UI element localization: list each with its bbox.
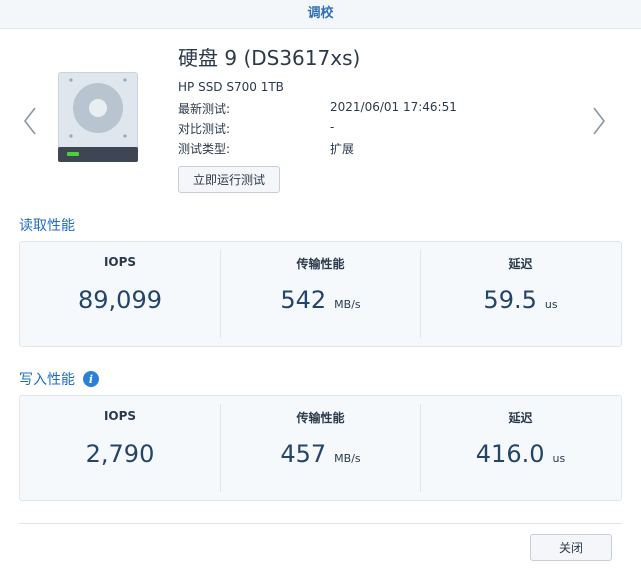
read-latency-unit: us (544, 298, 558, 311)
write-latency-label: 延迟 (508, 411, 533, 425)
read-iops-value-group: 89,099 (20, 286, 220, 314)
read-throughput-label: 传输性能 (296, 257, 345, 271)
read-latency-cell: 延迟 59.5 us (420, 250, 620, 338)
read-throughput-cell: 传输性能 542 MB/s (220, 250, 420, 338)
compare-test-value: - (330, 120, 335, 134)
window-title: 调校 (0, 0, 641, 29)
write-iops-value-group: 2,790 (20, 440, 220, 468)
read-iops-value: 89,099 (78, 286, 162, 314)
write-section-label: 写入性能 (19, 372, 75, 388)
close-button[interactable]: 关闭 (530, 534, 612, 561)
read-throughput-unit: MB/s (334, 298, 361, 311)
read-throughput-value: 542 (280, 286, 327, 314)
chevron-right-icon[interactable] (590, 104, 608, 138)
read-performance-panel: IOPS 89,099 传输性能 542 MB/s 延迟 59.5 us (19, 241, 622, 347)
test-type-value: 扩展 (330, 142, 355, 156)
write-throughput-label: 传输性能 (296, 411, 345, 425)
read-latency-label: 延迟 (508, 257, 533, 271)
write-latency-value-group: 416.0 us (421, 440, 620, 468)
info-icon[interactable]: i (83, 371, 99, 387)
write-performance-title: 写入性能 i (19, 369, 99, 389)
write-iops-label: IOPS (103, 409, 137, 423)
write-throughput-cell: 传输性能 457 MB/s (220, 404, 420, 492)
write-latency-cell: 延迟 416.0 us (420, 404, 620, 492)
write-throughput-value-group: 457 MB/s (221, 440, 420, 468)
chevron-left-icon[interactable] (21, 104, 39, 138)
latest-test-label: 最新测试: (178, 102, 231, 116)
write-throughput-value: 457 (280, 440, 327, 468)
read-iops-cell: IOPS 89,099 (20, 242, 220, 346)
write-performance-panel: IOPS 2,790 传输性能 457 MB/s 延迟 416.0 us (19, 395, 622, 501)
write-throughput-unit: MB/s (334, 452, 361, 465)
read-latency-value-group: 59.5 us (421, 286, 620, 314)
compare-test-label: 对比测试: (178, 122, 231, 136)
read-latency-value: 59.5 (483, 286, 537, 314)
run-test-button[interactable]: 立即运行测试 (178, 166, 280, 193)
read-performance-title: 读取性能 (19, 215, 75, 235)
disk-title: 硬盘 9 (DS3617xs) (178, 46, 361, 70)
write-latency-unit: us (552, 452, 566, 465)
read-section-label: 读取性能 (19, 218, 75, 234)
read-iops-label: IOPS (103, 255, 137, 269)
latest-test-value: 2021/06/01 17:46:51 (330, 100, 457, 114)
footer-divider (19, 523, 622, 524)
hard-disk-icon (58, 72, 138, 162)
write-iops-cell: IOPS 2,790 (20, 396, 220, 500)
write-iops-value: 2,790 (85, 440, 155, 468)
write-latency-value: 416.0 (475, 440, 545, 468)
test-type-label: 测试类型: (178, 142, 231, 156)
disk-model: HP SSD S700 1TB (178, 80, 284, 94)
read-throughput-value-group: 542 MB/s (221, 286, 420, 314)
